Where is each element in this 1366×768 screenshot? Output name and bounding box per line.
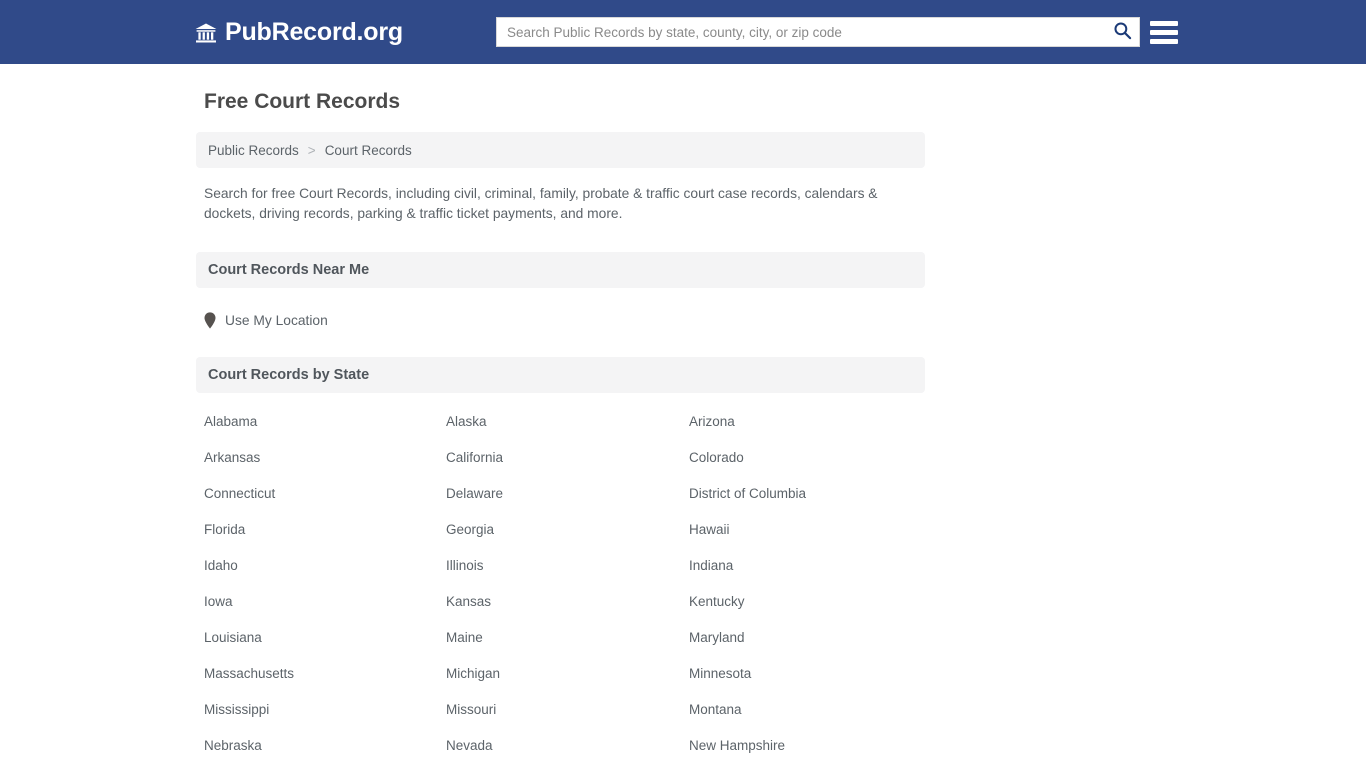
section-title-near-me: Court Records Near Me xyxy=(208,262,370,278)
state-link[interactable]: Louisiana xyxy=(204,631,446,645)
search-bar[interactable] xyxy=(496,17,1140,47)
state-link[interactable]: New Hampshire xyxy=(689,739,925,753)
state-link[interactable]: Florida xyxy=(204,523,446,537)
search-button[interactable] xyxy=(1105,18,1139,46)
state-link[interactable]: Montana xyxy=(689,703,925,717)
state-link[interactable]: California xyxy=(446,451,689,465)
state-link[interactable]: District of Columbia xyxy=(689,487,925,501)
state-list: Alabama Alaska Arizona Arkansas California Co… xyxy=(196,415,925,768)
state-link[interactable]: Colorado xyxy=(689,451,925,465)
search-icon xyxy=(1113,21,1132,43)
state-link[interactable]: Arizona xyxy=(689,415,925,429)
state-link[interactable]: Nevada xyxy=(446,739,689,753)
state-link[interactable]: Missouri xyxy=(446,703,689,717)
state-link[interactable]: Massachusetts xyxy=(204,667,446,681)
site-logo-text: PubRecord.org xyxy=(225,18,403,46)
page-title: Free Court Records xyxy=(204,90,401,113)
hamburger-menu-icon[interactable] xyxy=(1150,18,1178,46)
state-link[interactable]: Indiana xyxy=(689,559,925,573)
state-link[interactable]: Kansas xyxy=(446,595,689,609)
use-my-location-label: Use My Location xyxy=(225,313,328,328)
state-link[interactable]: Maine xyxy=(446,631,689,645)
state-link[interactable]: Kentucky xyxy=(689,595,925,609)
breadcrumb-item-court-records: Court Records xyxy=(324,142,412,158)
use-my-location-button[interactable]: Use My Location xyxy=(196,288,336,329)
state-link[interactable]: Hawaii xyxy=(689,523,925,537)
site-logo[interactable]: PubRecord.org xyxy=(194,18,403,47)
state-link[interactable]: Nebraska xyxy=(204,739,446,753)
breadcrumb: Public Records > Court Records xyxy=(196,132,925,168)
section-header-near-me: Court Records Near Me xyxy=(196,252,925,288)
state-link[interactable]: Delaware xyxy=(446,487,689,501)
menu-bar-1 xyxy=(1150,20,1178,26)
state-link[interactable]: Illinois xyxy=(446,559,689,573)
section-title-by-state: Court Records by State xyxy=(208,367,370,383)
state-link[interactable]: Alabama xyxy=(204,415,446,429)
state-link[interactable]: Michigan xyxy=(446,667,689,681)
map-pin-icon xyxy=(204,312,216,329)
state-link[interactable]: Arkansas xyxy=(204,451,446,465)
state-link[interactable]: Connecticut xyxy=(204,487,446,501)
state-link[interactable]: Mississippi xyxy=(204,703,446,717)
breadcrumb-separator: > xyxy=(307,142,316,158)
bank-building-icon xyxy=(194,21,218,45)
state-link[interactable]: Iowa xyxy=(204,595,446,609)
breadcrumb-item-public-records[interactable]: Public Records xyxy=(208,143,299,158)
state-link[interactable]: Idaho xyxy=(204,559,446,573)
site-header: PubRecord.org xyxy=(0,0,1366,64)
state-link[interactable]: Maryland xyxy=(689,631,925,645)
menu-bar-2 xyxy=(1150,29,1178,35)
search-input[interactable] xyxy=(497,18,1105,46)
page-description: Search for free Court Records, including… xyxy=(204,186,878,221)
menu-bar-3 xyxy=(1150,38,1178,44)
state-link[interactable]: Minnesota xyxy=(689,667,925,681)
state-link[interactable]: Alaska xyxy=(446,415,689,429)
state-link[interactable]: Georgia xyxy=(446,523,689,537)
section-header-by-state: Court Records by State xyxy=(196,357,925,393)
